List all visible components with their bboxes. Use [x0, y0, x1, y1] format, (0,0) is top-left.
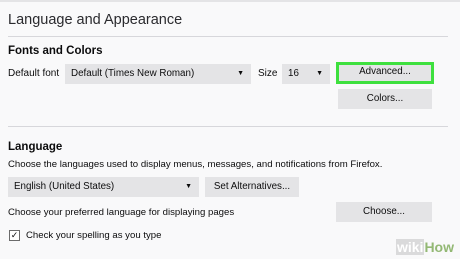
choose-button[interactable]: Choose... [336, 202, 432, 222]
chevron-down-icon: ▼ [316, 70, 323, 77]
default-font-label: Default font [8, 68, 60, 79]
wikihow-watermark: wikiHow [395, 239, 454, 255]
font-size-select[interactable]: 16 ▼ [282, 64, 330, 84]
language-value: English (United States) [14, 181, 115, 192]
font-size-value: 16 [288, 68, 299, 79]
chevron-down-icon: ▼ [237, 70, 244, 77]
size-label: Size [258, 68, 278, 79]
section-divider [8, 126, 448, 127]
chevron-down-icon: ▼ [185, 183, 192, 190]
watermark-how: How [424, 239, 454, 255]
checkmark-icon: ✓ [10, 230, 19, 240]
spelling-label: Check your spelling as you type [26, 230, 162, 241]
top-border [0, 0, 460, 2]
language-heading: Language [8, 141, 63, 153]
spelling-checkbox[interactable]: ✓ [9, 230, 20, 241]
language-select[interactable]: English (United States) ▼ [8, 177, 199, 197]
title-divider [8, 36, 448, 37]
fonts-colors-heading: Fonts and Colors [8, 45, 103, 57]
default-font-select[interactable]: Default (Times New Roman) ▼ [65, 64, 251, 84]
page-title: Language and Appearance [8, 12, 183, 28]
set-alternatives-button[interactable]: Set Alternatives... [205, 177, 299, 197]
colors-button[interactable]: Colors... [338, 89, 432, 109]
language-description: Choose the languages used to display men… [8, 159, 383, 170]
default-font-value: Default (Times New Roman) [71, 68, 195, 79]
advanced-button[interactable]: Advanced... [336, 62, 434, 84]
watermark-wiki: wiki [395, 239, 425, 255]
page-language-label: Choose your preferred language for displ… [8, 207, 235, 218]
